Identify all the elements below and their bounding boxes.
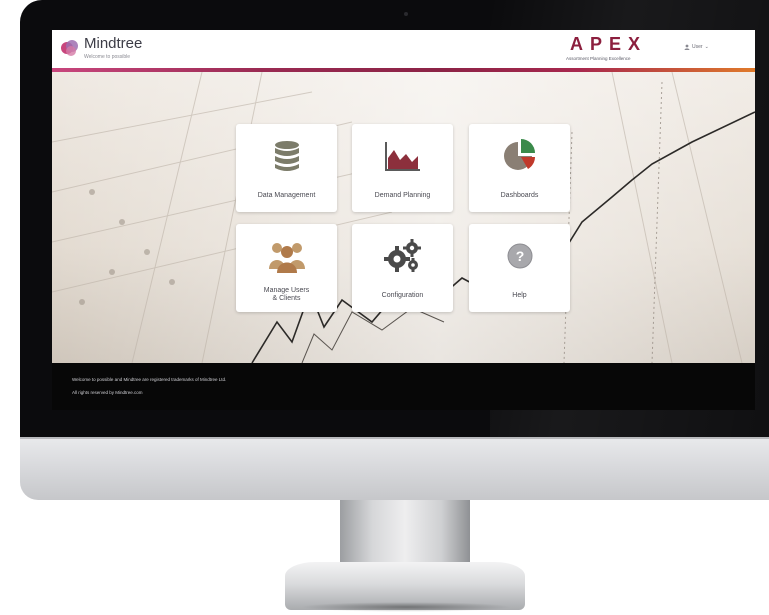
tile-label: Configuration xyxy=(381,292,424,299)
pie-chart-icon xyxy=(503,139,535,170)
mindtree-logo-icon xyxy=(61,40,78,56)
tile-label: Demand Planning xyxy=(374,192,431,199)
user-icon xyxy=(684,44,690,50)
tile-configuration[interactable]: Configuration xyxy=(352,224,453,312)
chevron-down-icon: ⌄ xyxy=(704,44,709,50)
users-icon xyxy=(268,243,305,273)
tile-demand-planning[interactable]: Demand Planning xyxy=(352,124,453,212)
hero-background: Data Management Demand Planning Dashboar… xyxy=(52,72,755,363)
chin-divider xyxy=(20,437,769,439)
camera xyxy=(404,12,408,16)
tile-label: Manage Users & Clients xyxy=(238,287,335,303)
product-title: APEX xyxy=(570,34,648,54)
tile-dashboards[interactable]: Dashboards xyxy=(469,124,570,212)
tile-data-management[interactable]: Data Management xyxy=(236,124,337,212)
tile-manage-users[interactable]: Manage Users & Clients xyxy=(236,224,337,312)
tile-label: Dashboards xyxy=(500,192,539,199)
tile-label-line1: Manage Users xyxy=(263,287,310,294)
monitor-stand-neck xyxy=(340,500,470,570)
footer-rights-text: All rights reserved by Mindtree.com xyxy=(72,390,143,395)
tile-label-line2: & Clients xyxy=(272,295,301,302)
brand-tagline: Welcome to possible xyxy=(84,54,131,60)
database-icon xyxy=(274,141,299,171)
app-header: Mindtree Welcome to possible APEX Assort… xyxy=(52,30,755,68)
app-footer: Welcome to possible and Mindtree are reg… xyxy=(52,363,755,410)
user-label: User xyxy=(692,44,703,50)
tile-label: Data Management xyxy=(257,192,316,199)
background-chart-graphic xyxy=(52,72,755,363)
screen: Mindtree Welcome to possible APEX Assort… xyxy=(52,30,755,410)
footer-trademark-text: Welcome to possible and Mindtree are reg… xyxy=(72,377,227,382)
help-icon: ? xyxy=(507,243,532,269)
tile-help[interactable]: ? Help xyxy=(469,224,570,312)
monitor-chin xyxy=(20,437,769,500)
product-tagline: Assortment Planning Excellence xyxy=(566,56,631,61)
stand-shadow xyxy=(300,602,512,612)
brand-name: Mindtree xyxy=(84,35,143,52)
tile-label: Help xyxy=(512,292,527,299)
gears-icon xyxy=(383,239,421,272)
area-chart-icon xyxy=(384,142,420,171)
svg-text:?: ? xyxy=(515,248,524,264)
user-menu[interactable]: User ⌄ xyxy=(684,44,709,50)
